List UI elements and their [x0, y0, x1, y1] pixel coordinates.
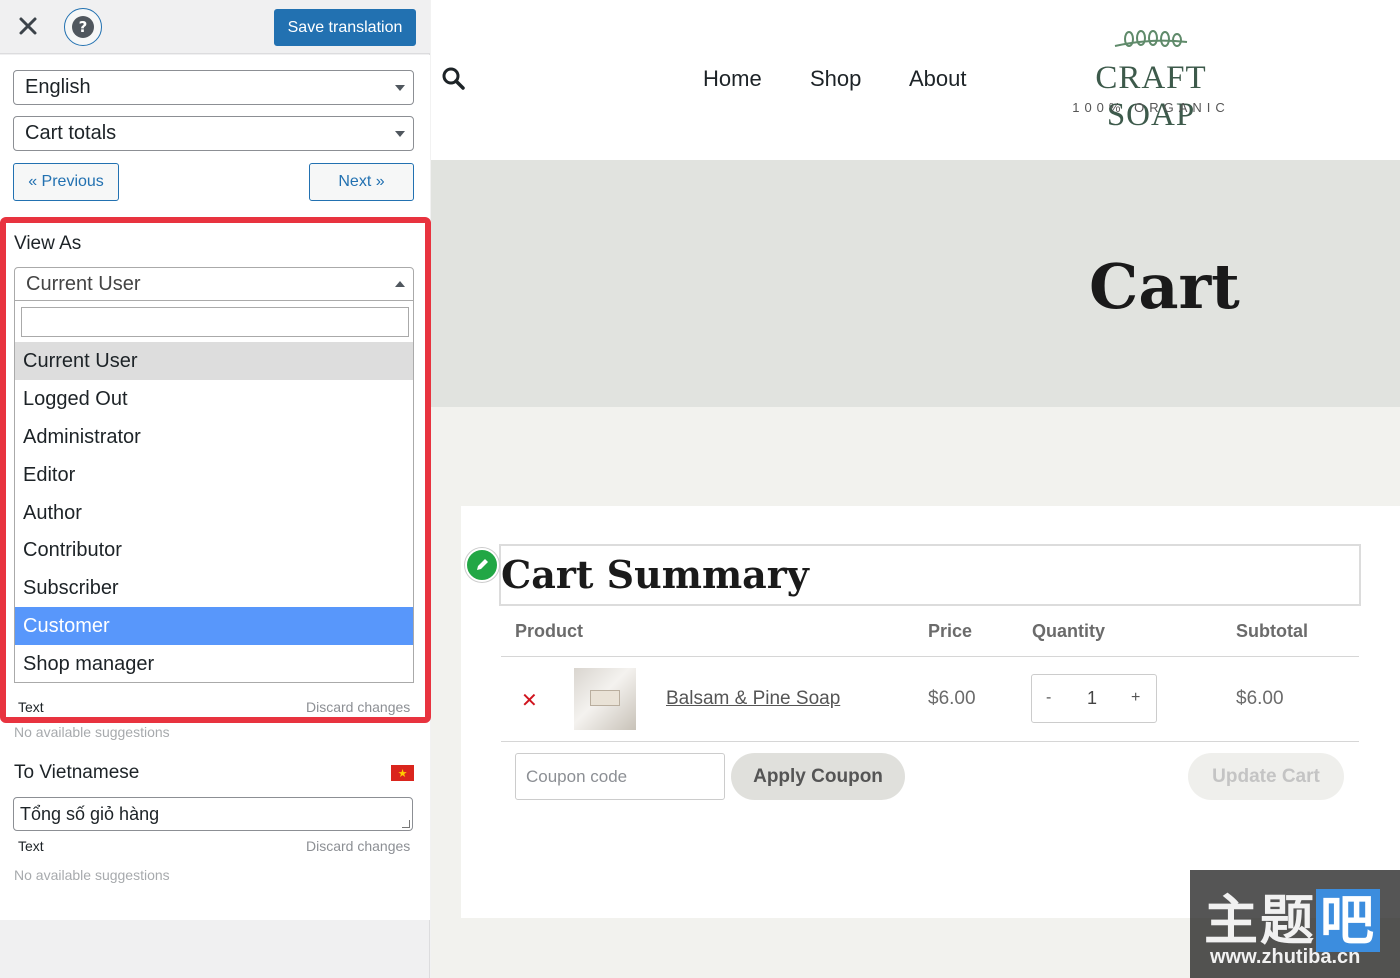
option-subscriber[interactable]: Subscriber	[15, 569, 413, 607]
watermark-highlight: 吧	[1316, 889, 1380, 952]
language-select-value: English	[25, 76, 91, 98]
help-icon[interactable]: ?	[64, 8, 102, 46]
option-logged-out[interactable]: Logged Out	[15, 380, 413, 418]
view-as-label: View As	[14, 233, 82, 254]
translation-panel: ? Save translation English Cart totals «…	[0, 0, 431, 978]
option-editor[interactable]: Editor	[15, 456, 413, 494]
view-as-section: View As Current User Current User Logged…	[0, 217, 431, 723]
view-as-select[interactable]: Current User	[14, 267, 414, 301]
quantity-stepper[interactable]: - 1 +	[1031, 674, 1157, 723]
close-icon[interactable]	[14, 12, 42, 40]
coupon-input[interactable]: Coupon code	[515, 753, 725, 800]
resize-handle-icon[interactable]	[402, 820, 410, 828]
divider	[501, 656, 1359, 657]
watermark-url: www.zhutiba.cn	[1210, 946, 1361, 968]
vietnam-flag-icon: ★	[391, 765, 414, 781]
col-price: Price	[928, 621, 973, 641]
cart-card: Cart Summary Product Price Quantity Subt…	[461, 506, 1400, 918]
site-preview: Home Shop About CRAFT SOAP 100% ORGANIC …	[431, 0, 1400, 978]
option-author[interactable]: Author	[15, 494, 413, 532]
chevron-down-icon	[395, 85, 405, 91]
page-hero: Cart	[431, 160, 1400, 407]
watermark-text: 主题	[1204, 889, 1316, 952]
translation-textarea[interactable]: Tổng số giỏ hàng	[13, 797, 413, 831]
search-icon[interactable]	[441, 66, 467, 92]
qty-increase-button[interactable]: +	[1131, 689, 1140, 707]
screen: ? Save translation English Cart totals «…	[0, 0, 1400, 978]
source-discard-link[interactable]: Discard changes	[306, 699, 410, 715]
site-header: Home Shop About CRAFT SOAP 100% ORGANIC	[431, 0, 1400, 160]
language-select[interactable]: English	[13, 70, 414, 105]
nav-home[interactable]: Home	[703, 66, 762, 92]
site-logo[interactable]: CRAFT SOAP 100% ORGANIC	[1056, 28, 1246, 133]
option-customer[interactable]: Customer	[15, 607, 413, 645]
item-subtotal: $6.00	[1236, 688, 1284, 709]
nav-shop[interactable]: Shop	[810, 66, 861, 92]
translation-value: Tổng số giỏ hàng	[20, 803, 160, 824]
string-select-value: Cart totals	[25, 122, 117, 144]
target-type-label: Text	[18, 838, 44, 854]
string-select[interactable]: Cart totals	[13, 116, 414, 151]
option-current-user[interactable]: Current User	[15, 342, 413, 380]
view-as-search-input[interactable]	[21, 307, 409, 337]
option-shop-manager[interactable]: Shop manager	[15, 645, 413, 683]
view-as-dropdown: Current User Logged Out Administrator Ed…	[14, 301, 414, 683]
source-suggestions: No available suggestions	[14, 724, 170, 740]
apply-coupon-button[interactable]: Apply Coupon	[731, 753, 905, 800]
qty-value[interactable]: 1	[1087, 688, 1097, 709]
update-cart-button[interactable]: Update Cart	[1188, 753, 1344, 800]
previous-button[interactable]: « Previous	[13, 163, 119, 201]
nav-about[interactable]: About	[909, 66, 967, 92]
logo-title: CRAFT SOAP	[1095, 60, 1207, 133]
col-subtotal: Subtotal	[1236, 621, 1308, 641]
chevron-up-icon	[395, 281, 405, 287]
watermark: 主题吧 www.zhutiba.cn	[1190, 870, 1400, 978]
source-type-label: Text	[18, 699, 44, 715]
target-language-label: To Vietnamese	[14, 762, 140, 783]
divider	[501, 741, 1359, 742]
pencil-icon[interactable]	[465, 548, 499, 582]
col-product: Product	[515, 621, 584, 641]
panel-toolbar: ? Save translation	[0, 0, 430, 54]
chevron-down-icon	[395, 131, 405, 137]
target-suggestions: No available suggestions	[14, 867, 170, 883]
page-title: Cart	[1089, 250, 1240, 323]
remove-item-icon[interactable]: ✕	[521, 688, 538, 713]
target-discard-link[interactable]: Discard changes	[306, 838, 410, 854]
view-as-selected: Current User	[26, 272, 141, 295]
save-translation-button[interactable]: Save translation	[274, 9, 416, 46]
product-link[interactable]: Balsam & Pine Soap	[666, 688, 840, 710]
qty-decrease-button[interactable]: -	[1046, 689, 1051, 707]
leaf-branch-icon	[1114, 30, 1188, 47]
cart-summary-title: Cart Summary	[501, 552, 809, 597]
item-price: $6.00	[928, 688, 976, 709]
col-quantity: Quantity	[1032, 621, 1106, 641]
next-button[interactable]: Next »	[309, 163, 414, 201]
option-administrator[interactable]: Administrator	[15, 418, 413, 456]
option-contributor[interactable]: Contributor	[15, 531, 413, 569]
product-thumbnail[interactable]	[574, 668, 636, 730]
logo-subtitle: 100% ORGANIC	[1072, 100, 1230, 115]
